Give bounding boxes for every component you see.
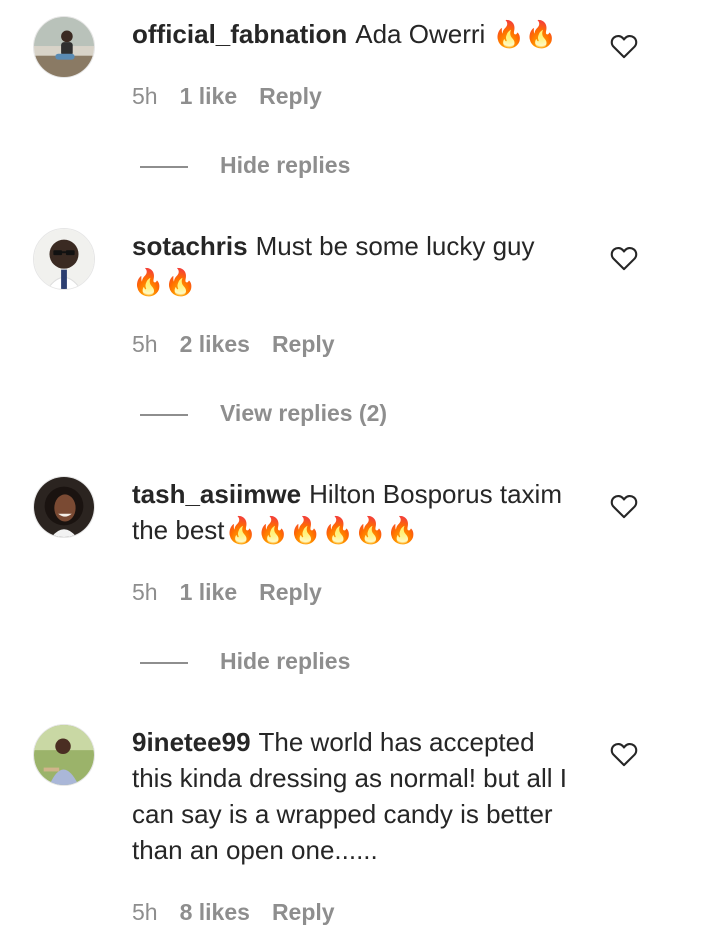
- like-heart-icon[interactable]: [610, 493, 638, 519]
- reply-button[interactable]: Reply: [272, 899, 335, 925]
- replies-divider-line: [140, 413, 188, 416]
- avatar[interactable]: [33, 724, 95, 786]
- replies-toggle-label: View replies (2): [220, 400, 388, 426]
- like-heart-icon[interactable]: [610, 245, 638, 271]
- like-heart-icon[interactable]: [610, 33, 638, 59]
- avatar-image: [34, 725, 94, 785]
- comment-time: 5h: [132, 899, 158, 925]
- hide-replies-button[interactable]: Hide replies: [140, 150, 350, 180]
- reply-button[interactable]: Reply: [259, 579, 322, 605]
- avatar[interactable]: [33, 16, 95, 78]
- comment-meta: 5h 2 likes Reply: [132, 328, 357, 360]
- comment-likes[interactable]: 1 like: [180, 579, 238, 605]
- comment-meta: 5h 1 like Reply: [132, 576, 344, 608]
- view-replies-button[interactable]: View replies (2): [140, 398, 387, 428]
- replies-divider-line: [140, 165, 188, 168]
- comment-username[interactable]: sotachris: [132, 231, 248, 261]
- comment-likes[interactable]: 1 like: [180, 83, 238, 109]
- avatar-image: [34, 17, 94, 77]
- reply-button[interactable]: Reply: [272, 331, 335, 357]
- replies-toggle-label: Hide replies: [220, 152, 351, 178]
- comment-text: 9inetee99 The world has accepted this kin…: [132, 724, 572, 868]
- reply-button[interactable]: Reply: [259, 83, 322, 109]
- avatar-image: [34, 229, 94, 289]
- comment-time: 5h: [132, 83, 158, 109]
- comment-text: tash_asiimwe Hilton Bosporus taxim the be…: [132, 476, 572, 548]
- hide-replies-button[interactable]: Hide replies: [140, 646, 350, 676]
- comment-username[interactable]: tash_asiimwe: [132, 479, 301, 509]
- comment-time: 5h: [132, 579, 158, 605]
- comment-meta: 5h 8 likes Reply: [132, 896, 357, 928]
- replies-divider-line: [140, 661, 188, 664]
- comment-text: sotachris Must be some lucky guy 🔥🔥: [132, 228, 572, 300]
- avatar[interactable]: [33, 476, 95, 538]
- comment-likes[interactable]: 8 likes: [180, 899, 250, 925]
- avatar[interactable]: [33, 228, 95, 290]
- avatar-image: [34, 477, 94, 537]
- comment-body: Ada Owerri 🔥🔥: [355, 19, 558, 49]
- comment-likes[interactable]: 2 likes: [180, 331, 250, 357]
- replies-toggle-label: Hide replies: [220, 648, 351, 674]
- comment-username[interactable]: official_fabnation: [132, 19, 347, 49]
- comment-time: 5h: [132, 331, 158, 357]
- comment-meta: 5h 1 like Reply: [132, 80, 344, 112]
- comment-username[interactable]: 9inetee99: [132, 727, 251, 757]
- like-heart-icon[interactable]: [610, 741, 638, 767]
- comment-text: official_fabnation Ada Owerri 🔥🔥: [132, 16, 572, 52]
